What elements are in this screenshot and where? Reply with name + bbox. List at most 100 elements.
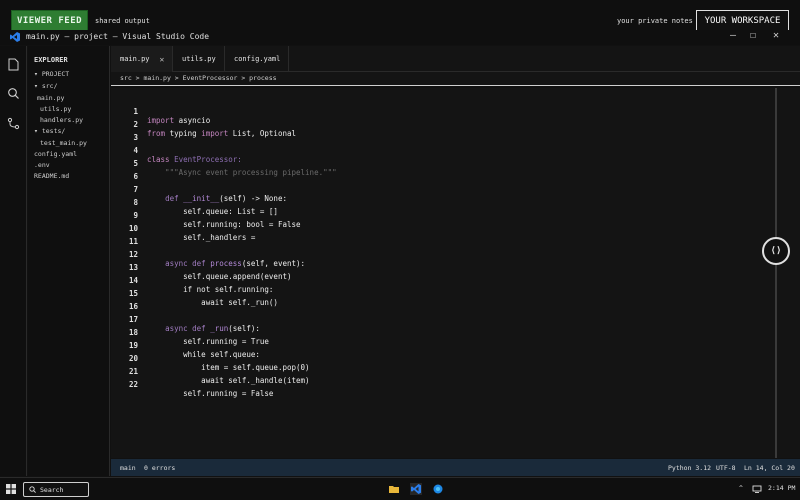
function-name: process	[205, 259, 242, 268]
code-line: 6	[111, 163, 138, 181]
code-line: 7 def __init__(self) -> None:	[111, 176, 287, 203]
scrollbar[interactable]	[775, 88, 777, 458]
cursor-position-status[interactable]: Ln 14, Col 20	[744, 464, 795, 472]
branch-status[interactable]: main	[120, 464, 136, 472]
vscode-taskbar-icon[interactable]	[410, 483, 422, 495]
code-line: 5 """Async event processing pipeline."""	[111, 150, 336, 177]
code-text: await self._run()	[147, 298, 278, 307]
tree-file-handlers[interactable]: handlers.py	[40, 116, 83, 124]
code-text: (self):	[228, 324, 260, 333]
your-workspace-button[interactable]: YOUR WORKSPACE	[696, 10, 789, 32]
code-editor[interactable]: 1 import asyncio 2 from typing import Li…	[111, 88, 771, 458]
code-line: 22 self.running = False	[111, 371, 273, 398]
code-text: self.queue.append(event)	[147, 272, 292, 281]
window-title: main.py — project — Visual Studio Code	[26, 32, 210, 41]
code-text: asyncio	[174, 116, 211, 125]
explorer-header: EXPLORER	[34, 56, 68, 64]
tab-label: config.yaml	[234, 55, 281, 63]
code-text: item = self.queue.pop(0)	[147, 363, 310, 372]
code-line: 16	[111, 293, 138, 311]
shared-output-label: shared output	[95, 17, 150, 25]
docstring: """Async event processing pipeline."""	[147, 168, 337, 177]
code-line: 4 class EventProcessor:	[111, 137, 241, 164]
minimize-button[interactable]: —	[726, 30, 740, 41]
code-text: self.running: bool = False	[147, 220, 301, 229]
tree-file-readme[interactable]: README.md	[34, 172, 69, 180]
taskbar: Search ^ 2:14 PM	[0, 477, 800, 500]
code-line: 14 if not self.running:	[111, 267, 273, 294]
vscode-logo-icon	[10, 32, 20, 42]
code-line: 11	[111, 228, 138, 246]
code-line: 15 await self._run()	[111, 280, 278, 307]
maximize-button[interactable]: ☐	[746, 30, 760, 41]
function-name: _run	[205, 324, 229, 333]
code-line: 18 self.running = True	[111, 319, 269, 346]
keyword: from	[147, 129, 166, 138]
code-text: self._handlers =	[147, 233, 256, 242]
code-text: (self, event):	[241, 259, 306, 268]
tab-main-py[interactable]: main.py ✕	[111, 46, 173, 72]
code-text: self.queue: List = []	[147, 207, 278, 216]
file-explorer-icon[interactable]	[388, 483, 400, 495]
class-name: EventProcessor:	[169, 155, 242, 164]
keyword: import	[201, 129, 229, 138]
code-toggle-button[interactable]: ⟨⟩	[762, 237, 790, 265]
close-button[interactable]: ✕	[769, 30, 783, 41]
code-text: typing	[165, 129, 202, 138]
function-name: __init__	[178, 194, 220, 203]
tree-file-utils[interactable]: utils.py	[40, 105, 71, 113]
source-control-icon[interactable]	[7, 117, 20, 130]
tab-utils-py[interactable]: utils.py	[173, 46, 225, 72]
files-icon[interactable]	[7, 58, 20, 71]
search-icon	[29, 486, 36, 493]
windows-start-icon[interactable]	[6, 484, 16, 494]
code-line: 1 import asyncio	[111, 98, 210, 125]
tree-file-main[interactable]: main.py	[37, 94, 64, 102]
keyword: class	[147, 155, 170, 164]
browser-icon[interactable]	[432, 483, 444, 495]
code-line: 12 async def process(self, event):	[111, 241, 305, 268]
clock[interactable]: 2:14 PM	[768, 484, 795, 492]
code-line: 8 self.queue: List = []	[111, 189, 277, 216]
keyword: import	[147, 116, 175, 125]
code-text: self.running = False	[147, 389, 274, 398]
tree-folder-project[interactable]: ▾ PROJECT	[34, 70, 69, 78]
code-line: 20 item = self.queue.pop(0)	[111, 345, 310, 372]
network-icon[interactable]	[752, 484, 762, 494]
code-line: 21 await self._handle(item)	[111, 358, 310, 385]
line-number: 22	[128, 380, 138, 389]
code-line: 17 async def _run(self):	[111, 306, 260, 333]
title-bar: main.py — project — Visual Studio Code —…	[0, 30, 800, 45]
search-label: Search	[40, 485, 64, 494]
tree-folder-tests[interactable]: ▾ tests/	[34, 127, 65, 135]
tab-label: utils.py	[182, 55, 216, 63]
errors-status[interactable]: 0 errors	[144, 464, 175, 472]
code-line: 10 self._handlers =	[111, 215, 255, 242]
explorer-panel: EXPLORER ▾ PROJECT ▾ src/ main.py utils.…	[28, 46, 110, 476]
editor-tabs: main.py ✕ utils.py config.yaml	[111, 46, 800, 72]
language-status[interactable]: Python 3.12	[668, 464, 711, 472]
encoding-status[interactable]: UTF-8	[716, 464, 736, 472]
code-line: 2 from typing import List, Optional	[111, 111, 296, 138]
tree-file-config[interactable]: config.yaml	[34, 150, 77, 158]
breadcrumb[interactable]: src > main.py > EventProcessor > process	[111, 72, 800, 86]
code-line: 9 self.running: bool = False	[111, 202, 300, 229]
tree-folder-src[interactable]: ▾ src/	[34, 82, 57, 90]
tab-config-yaml[interactable]: config.yaml	[225, 46, 289, 72]
code-text: (self) -> None:	[219, 194, 287, 203]
tree-file-env[interactable]: .env	[34, 161, 50, 169]
tab-close-icon[interactable]: ✕	[160, 55, 165, 64]
tab-label: main.py	[120, 55, 150, 63]
viewer-feed-badge[interactable]: VIEWER FEED	[11, 10, 88, 32]
tree-file-test-main[interactable]: test_main.py	[40, 139, 87, 147]
private-notes-label: your private notes	[617, 17, 693, 25]
code-line: 19 while self.queue:	[111, 332, 260, 359]
code-line: 3	[111, 124, 138, 142]
search-icon[interactable]	[7, 87, 20, 100]
status-bar: main 0 errors Python 3.12 UTF-8 Ln 14, C…	[111, 459, 800, 476]
tray-chevron-icon[interactable]: ^	[739, 484, 743, 492]
code-text: List, Optional	[228, 129, 297, 138]
taskbar-search-box[interactable]: Search	[23, 482, 89, 497]
